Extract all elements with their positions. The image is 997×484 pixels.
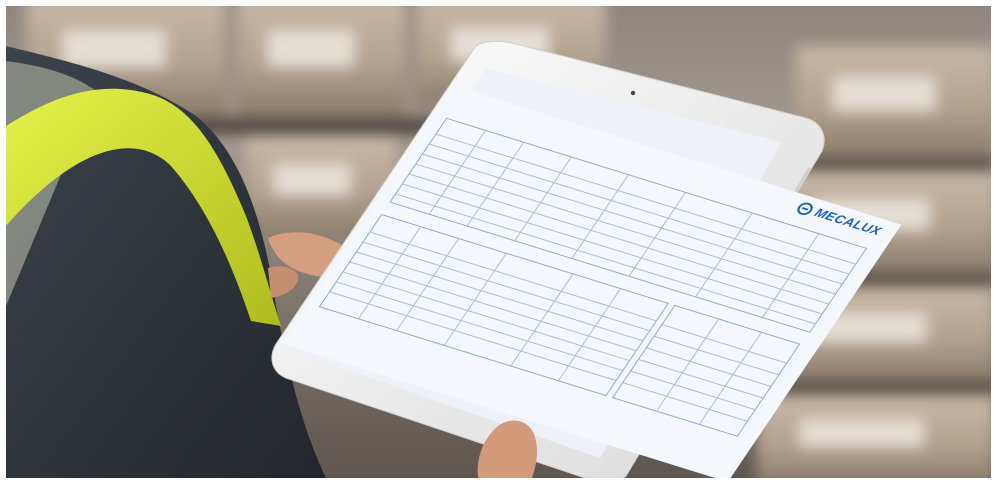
warehouse-photo: MECALUX [6, 6, 991, 478]
right-thumb-illustration [477, 420, 538, 478]
right-thumb [477, 420, 538, 478]
